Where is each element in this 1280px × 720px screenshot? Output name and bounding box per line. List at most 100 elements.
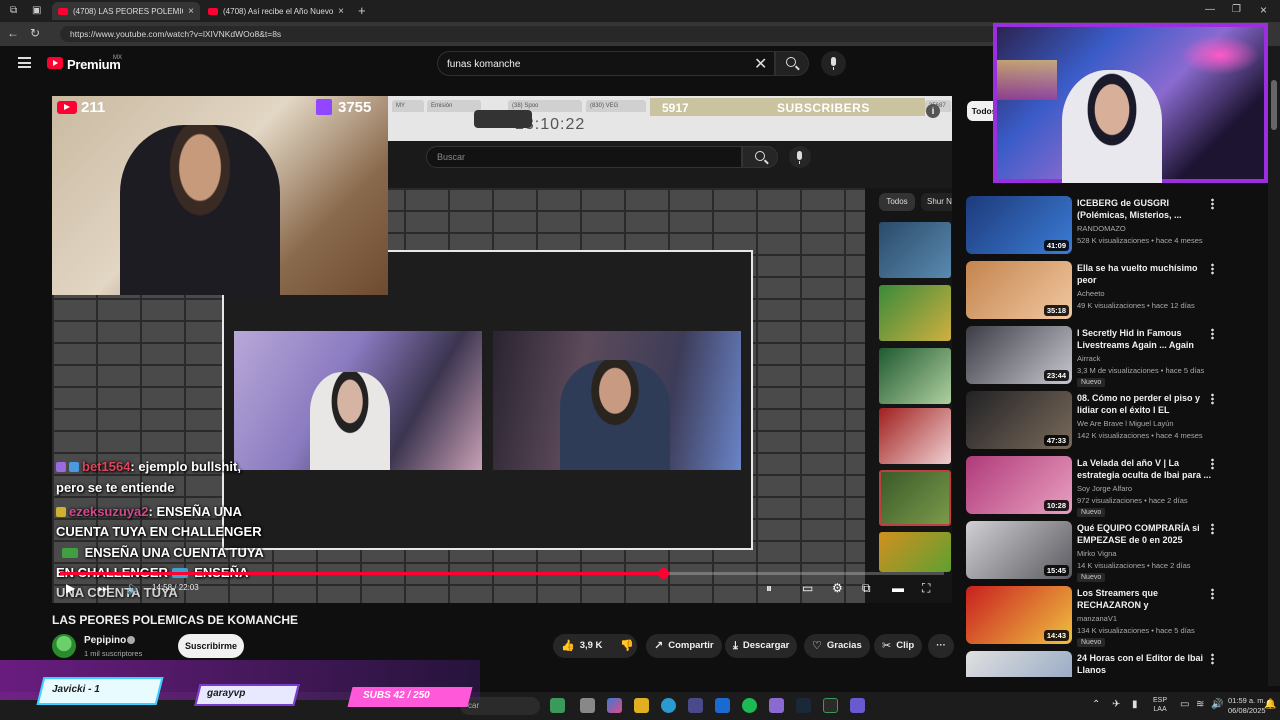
back-arrow-icon[interactable]: ← — [7, 26, 19, 40]
dislike-icon[interactable]: 👎 — [620, 634, 634, 658]
more-options-icon[interactable] — [1211, 328, 1214, 340]
store-icon[interactable] — [688, 698, 703, 713]
voice-search-button[interactable] — [821, 51, 846, 76]
search-button[interactable] — [775, 51, 809, 76]
progress-scrubber[interactable] — [658, 568, 669, 579]
recommendation-item[interactable]: 35:18 Ella se ha vuelto muchísimo peor Ach… — [966, 261, 1226, 319]
outlook-icon[interactable] — [715, 698, 730, 713]
recommendation-channel[interactable]: We Are Brave l Miguel Layún — [1077, 419, 1174, 428]
display-icon[interactable]: ▭ — [1180, 699, 1189, 710]
steam-icon[interactable] — [796, 698, 811, 713]
edge-icon[interactable] — [661, 698, 676, 713]
maximize-icon[interactable]: ❐ — [1232, 4, 1241, 15]
wifi-icon[interactable]: ≋ — [1196, 699, 1204, 710]
theater-mode-icon[interactable]: ▬ — [892, 581, 904, 595]
recommendation-thumbnail[interactable]: 23:44 — [966, 326, 1072, 384]
more-options-icon[interactable] — [1211, 263, 1214, 275]
close-window-icon[interactable]: × — [1260, 3, 1267, 17]
excel-icon[interactable] — [823, 698, 838, 713]
miniplayer-icon[interactable]: ⧉ — [862, 581, 871, 596]
play-icon[interactable]: ▶ — [66, 581, 75, 595]
discord-icon[interactable] — [769, 698, 784, 713]
channel-avatar[interactable] — [52, 634, 76, 658]
recommendation-item[interactable]: 24 Horas con el Editor de Ibai Llanos — [966, 651, 1226, 677]
recommendation-item[interactable]: 23:44 I Secretly Hid in Famous Livestream… — [966, 326, 1226, 387]
close-tab-icon[interactable]: × — [188, 6, 194, 17]
more-options-icon[interactable] — [1211, 523, 1214, 535]
search-input[interactable] — [447, 56, 737, 72]
like-icon[interactable]: 👍 — [561, 634, 575, 658]
youtube-logo-icon[interactable] — [47, 57, 63, 69]
scrollbar-thumb[interactable] — [1271, 80, 1277, 130]
app-icon[interactable] — [550, 698, 565, 713]
channel-name[interactable]: Pepipino — [84, 635, 126, 646]
recommendation-thumbnail[interactable]: 10:28 — [966, 456, 1072, 514]
next-icon[interactable]: ⏭ — [98, 581, 109, 596]
recommendation-channel[interactable]: manzanaV1 — [1077, 614, 1117, 623]
recommendation-title[interactable]: Los Streamers que RECHAZARON y EXPUSIERO… — [1077, 587, 1212, 611]
recommendation-title[interactable]: ICEBERG de GUSGRI (Polémicas, Misterios,… — [1077, 197, 1212, 221]
recommendation-title[interactable]: I Secretly Hid in Famous Livestreams Aga… — [1077, 327, 1212, 351]
recommendation-thumbnail[interactable] — [966, 651, 1072, 677]
volume-icon[interactable]: 🔈 — [126, 581, 141, 595]
recommendation-title[interactable]: Ella se ha vuelto muchísimo peor — [1077, 262, 1212, 286]
language-indicator[interactable]: ESP LAA — [1153, 696, 1167, 714]
clear-search-icon[interactable]: ✕ — [754, 54, 767, 74]
task-view-icon[interactable] — [580, 698, 595, 713]
recommendation-item[interactable]: 15:45 Qué EQUIPO COMPRARÍA si EMPEZASE de… — [966, 521, 1226, 582]
close-tab-icon[interactable]: × — [338, 6, 344, 17]
new-tab-button[interactable]: + — [358, 3, 366, 18]
recommendation-channel[interactable]: RANDOMAZO — [1077, 224, 1126, 233]
tab-current[interactable]: (4708) LAS PEORES POLEMICAS D... × — [52, 2, 200, 20]
battery-icon[interactable]: ▮ — [1132, 699, 1138, 710]
address-bar[interactable]: https://www.youtube.com/watch?v=lXIVNKdW… — [60, 26, 1000, 42]
minimize-icon[interactable]: — — [1205, 4, 1215, 15]
clip-button[interactable]: ✂ Clip — [874, 634, 923, 658]
download-button[interactable]: ⤓ Descargar — [725, 634, 798, 658]
recommendation-title[interactable]: La Velada del año V | La estrategia ocul… — [1077, 457, 1212, 481]
speaker-icon[interactable]: 🔊 — [1211, 699, 1223, 710]
recommendation-thumbnail[interactable]: 35:18 — [966, 261, 1072, 319]
refresh-icon[interactable]: ↻ — [30, 26, 40, 40]
network-icon[interactable]: ✈ — [1112, 699, 1120, 710]
page-scrollbar[interactable] — [1268, 46, 1280, 686]
info-icon[interactable]: i — [926, 104, 940, 118]
more-options-icon[interactable] — [1211, 653, 1214, 665]
notifications-icon[interactable]: 🔔 — [1264, 699, 1276, 710]
recommendation-title[interactable]: 24 Horas con el Editor de Ibai Llanos — [1077, 652, 1212, 676]
tab-second[interactable]: (4708) Así recibe el Año Nuevo E... × — [202, 2, 350, 20]
recommendation-item[interactable]: 41:09 ICEBERG de GUSGRI (Polémicas, Miste… — [966, 196, 1226, 254]
recommendation-item[interactable]: 14:43 Los Streamers que RECHAZARON y EXPU… — [966, 586, 1226, 647]
pause-toggle-icon[interactable]: ⏸ — [766, 581, 772, 596]
app-icon-2[interactable] — [850, 698, 865, 713]
hamburger-menu-icon[interactable] — [18, 57, 31, 68]
recommendation-item[interactable]: 10:28 La Velada del año V | La estrategia… — [966, 456, 1226, 517]
thanks-button[interactable]: ♡ Gracias — [804, 634, 870, 658]
recommendation-thumbnail[interactable]: 14:43 — [966, 586, 1072, 644]
recommendation-thumbnail[interactable]: 47:33 — [966, 391, 1072, 449]
more-actions-button[interactable]: ··· — [928, 634, 954, 658]
share-button[interactable]: ↗ Compartir — [646, 634, 722, 658]
more-options-icon[interactable] — [1211, 588, 1214, 600]
copilot-icon[interactable] — [607, 698, 622, 713]
settings-gear-icon[interactable]: ⚙ — [832, 581, 843, 595]
subscribe-button[interactable]: Suscribirme — [178, 634, 244, 658]
subtitles-icon[interactable]: ▭ — [802, 581, 813, 595]
recommendation-thumbnail[interactable]: 15:45 — [966, 521, 1072, 579]
recommendation-channel[interactable]: Airrack — [1077, 354, 1100, 363]
recommendation-item[interactable]: 47:33 08. Cómo no perder el piso y lidiar… — [966, 391, 1226, 449]
more-options-icon[interactable] — [1211, 198, 1214, 210]
fullscreen-icon[interactable]: ⛶ — [922, 581, 930, 596]
recommendation-title[interactable]: Qué EQUIPO COMPRARÍA si EMPEZASE de 0 en… — [1077, 522, 1212, 546]
file-explorer-icon[interactable] — [634, 698, 649, 713]
spotify-icon[interactable] — [742, 698, 757, 713]
show-hidden-icons[interactable]: ⌃ — [1092, 699, 1100, 710]
more-options-icon[interactable] — [1211, 458, 1214, 470]
vertical-tabs-icon[interactable]: ▣ — [32, 5, 41, 16]
tab-actions-icon[interactable]: ⧉ — [10, 5, 17, 16]
recommendation-channel[interactable]: Acheeto — [1077, 289, 1105, 298]
recommendation-thumbnail[interactable]: 41:09 — [966, 196, 1072, 254]
recommendation-channel[interactable]: Soy Jorge Alfaro — [1077, 484, 1132, 493]
more-options-icon[interactable] — [1211, 393, 1214, 405]
recommendation-channel[interactable]: Mirko Vigna — [1077, 549, 1116, 558]
